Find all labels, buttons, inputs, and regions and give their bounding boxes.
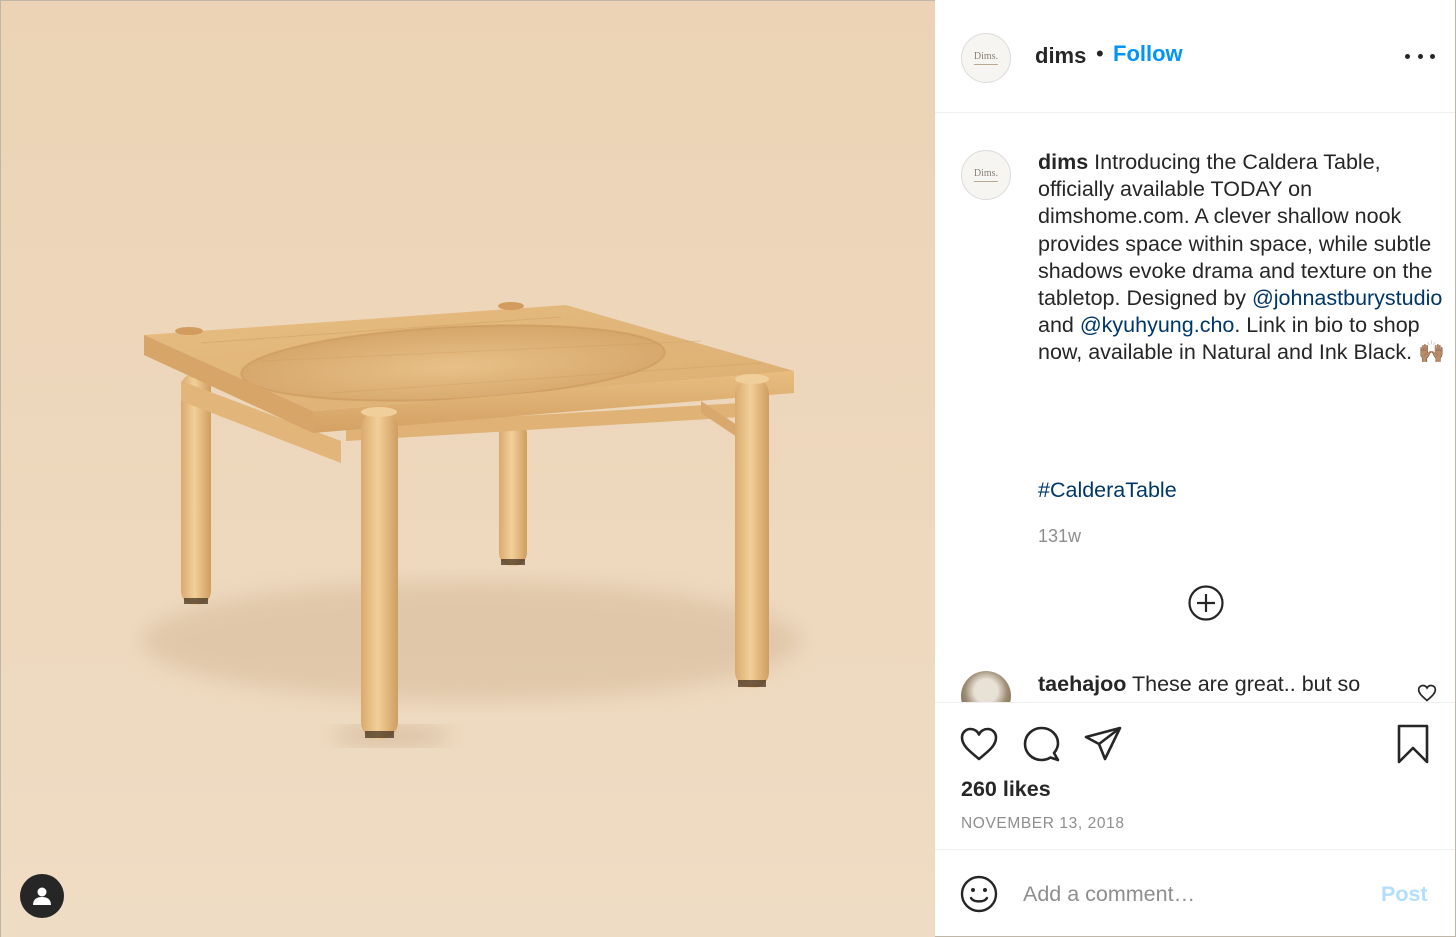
comment-input[interactable] <box>1023 874 1363 914</box>
caption-avatar[interactable]: Dims. <box>961 150 1011 200</box>
comment-text: These are great.. but so <box>1126 672 1361 696</box>
comment-list: taehajoo These are great.. but so <box>935 660 1455 702</box>
hashtag-link[interactable]: #CalderaTable <box>1038 476 1177 504</box>
add-comment-bar: Post <box>935 849 1455 937</box>
comment-username[interactable]: taehajoo <box>1038 672 1126 696</box>
post-actions: 260 likes NOVEMBER 13, 2018 <box>935 702 1455 849</box>
comment-bubble-icon[interactable] <box>1021 724 1061 764</box>
caldera-table-photo <box>1 1 935 937</box>
post-image[interactable] <box>0 0 935 937</box>
mention-link[interactable]: @johnastburystudio <box>1252 286 1442 310</box>
post-header: Dims. dims • Follow <box>935 0 1455 113</box>
post-comment-button[interactable]: Post <box>1381 880 1428 908</box>
caption: dims Introducing the Caldera Table, offi… <box>1038 149 1448 367</box>
mention-link[interactable]: @kyuhyung.cho <box>1080 313 1235 337</box>
follow-button[interactable]: Follow <box>1113 40 1183 68</box>
load-more-comments-icon[interactable] <box>1187 584 1225 622</box>
comment-like-heart-icon[interactable] <box>1417 683 1437 702</box>
likes-count[interactable]: 260 likes <box>961 775 1051 803</box>
avatar[interactable]: Dims. <box>961 33 1011 83</box>
user-icon <box>33 887 51 905</box>
avatar-logo: Dims. <box>973 167 999 179</box>
emoji-smiley-icon[interactable] <box>959 874 999 914</box>
like-heart-icon[interactable] <box>959 724 999 764</box>
more-options-icon[interactable] <box>1405 44 1435 68</box>
post-age[interactable]: 131w <box>1038 524 1081 548</box>
caption-username[interactable]: dims <box>1038 150 1088 174</box>
tagged-user-button[interactable] <box>20 874 64 918</box>
post-username[interactable]: dims <box>1035 42 1086 70</box>
post-side-panel: Dims. dims • Follow Dims. dims Introduci… <box>935 0 1456 937</box>
avatar-logo: Dims. <box>973 50 999 62</box>
caption-text: and <box>1038 313 1080 338</box>
share-send-icon[interactable] <box>1083 724 1123 764</box>
follow-separator: • <box>1096 41 1104 66</box>
post-date[interactable]: NOVEMBER 13, 2018 <box>961 814 1125 834</box>
comment: taehajoo These are great.. but so <box>1038 670 1360 698</box>
commenter-avatar[interactable] <box>961 671 1011 702</box>
save-bookmark-icon[interactable] <box>1393 724 1433 764</box>
